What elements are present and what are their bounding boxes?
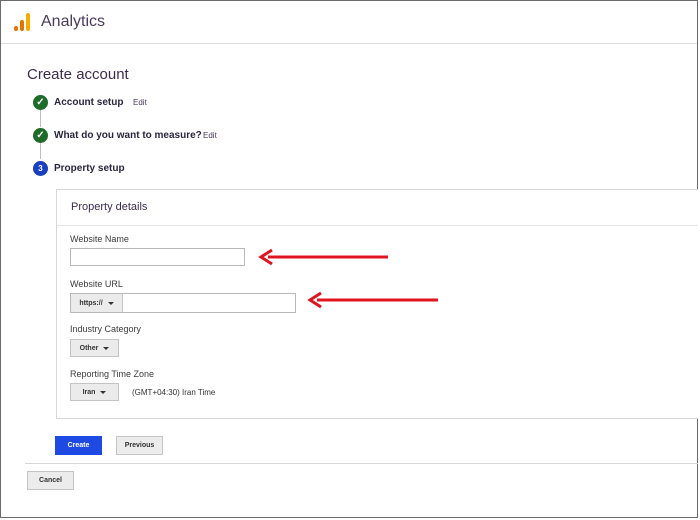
protocol-dropdown[interactable]: https:// [71, 294, 123, 312]
step-what-to-measure: What do you want to measure? [54, 130, 202, 141]
time-zone-country-value: Iran [82, 388, 96, 396]
create-button[interactable]: Create [55, 436, 102, 455]
stepper-connector [40, 110, 41, 127]
industry-category-value: Other [79, 344, 99, 352]
website-name-input[interactable] [70, 248, 245, 266]
edit-what-to-measure-link[interactable]: Edit [203, 131, 217, 140]
step-check-icon: ✓ [33, 128, 48, 143]
industry-category-dropdown[interactable]: Other [70, 339, 119, 357]
card-title: Property details [71, 201, 148, 213]
divider [25, 463, 698, 464]
website-url-label: Website URL [70, 279, 123, 289]
time-zone-text: (GMT+04:30) Iran Time [132, 388, 216, 397]
reporting-time-zone-label: Reporting Time Zone [70, 369, 155, 379]
step-check-icon: ✓ [33, 95, 48, 110]
previous-button[interactable]: Previous [116, 436, 163, 455]
chevron-down-icon [103, 346, 110, 350]
website-name-label: Website Name [70, 234, 129, 244]
step-account-setup: Account setup [54, 97, 124, 108]
cancel-button[interactable]: Cancel [27, 471, 74, 490]
annotation-arrow-icon [307, 291, 438, 309]
edit-account-setup-link[interactable]: Edit [133, 98, 147, 107]
website-url-input[interactable] [123, 294, 295, 312]
chevron-down-icon [107, 301, 114, 305]
step-number-badge: 3 [33, 161, 48, 176]
industry-category-label: Industry Category [70, 324, 142, 334]
time-zone-country-dropdown[interactable]: Iran [70, 383, 119, 401]
annotation-arrow-icon [258, 248, 388, 266]
app-title: Analytics [41, 13, 106, 30]
analytics-logo-icon [14, 13, 30, 31]
chevron-down-icon [100, 390, 107, 394]
stepper-connector [40, 143, 41, 159]
protocol-value: https:// [79, 299, 103, 307]
website-url-group: https:// [70, 293, 296, 313]
top-bar: Analytics [1, 1, 697, 44]
card-header: Property details [57, 190, 698, 226]
page-title: Create account [27, 66, 129, 83]
step-property-setup: Property setup [54, 163, 125, 174]
